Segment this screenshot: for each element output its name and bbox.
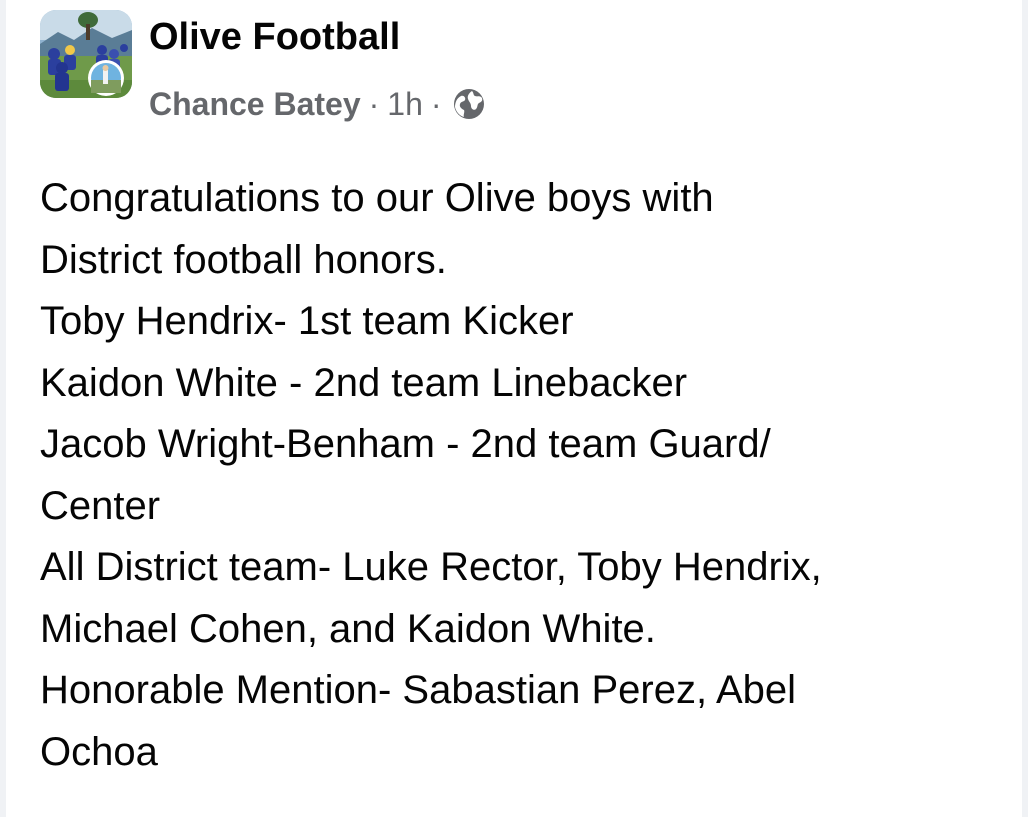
post-line: Center (40, 483, 161, 528)
post-line: Michael Cohen, and Kaidon White. (40, 606, 656, 651)
post-timestamp[interactable]: 1h (387, 86, 423, 123)
post-meta: Chance Batey · 1h · (149, 82, 486, 126)
post-line: Honorable Mention- Sabastian Perez, Abel (40, 668, 797, 712)
meta-separator: · (368, 85, 380, 122)
post-line: Toby Hendrix- 1st team Kicker (40, 299, 574, 343)
football-team-photo-icon (40, 10, 132, 98)
post-body: Congratulations to our Olive boys with D… (40, 168, 1000, 783)
meta-separator: · (430, 85, 442, 122)
post-line: All District team- Luke Rector, Toby Hen… (40, 545, 822, 589)
author-name[interactable]: Chance Batey (149, 86, 361, 123)
post-line: Congratulations to our Olive boys with (40, 176, 714, 220)
post-line: Jacob Wright-Benham - 2nd team Guard/ (40, 422, 771, 466)
right-edge (1022, 0, 1028, 817)
post-line: District football honors. (40, 237, 447, 282)
post-line: Ochoa (40, 729, 158, 774)
post-line: Kaidon White - 2nd team Linebacker (40, 360, 688, 405)
page-avatar[interactable] (40, 10, 132, 98)
page: Olive Football Chance Batey · 1h · Congr… (0, 0, 1028, 817)
globe-icon[interactable] (452, 87, 486, 121)
page-name[interactable]: Olive Football (149, 14, 400, 60)
post-card: Olive Football Chance Batey · 1h · Congr… (6, 0, 1022, 817)
